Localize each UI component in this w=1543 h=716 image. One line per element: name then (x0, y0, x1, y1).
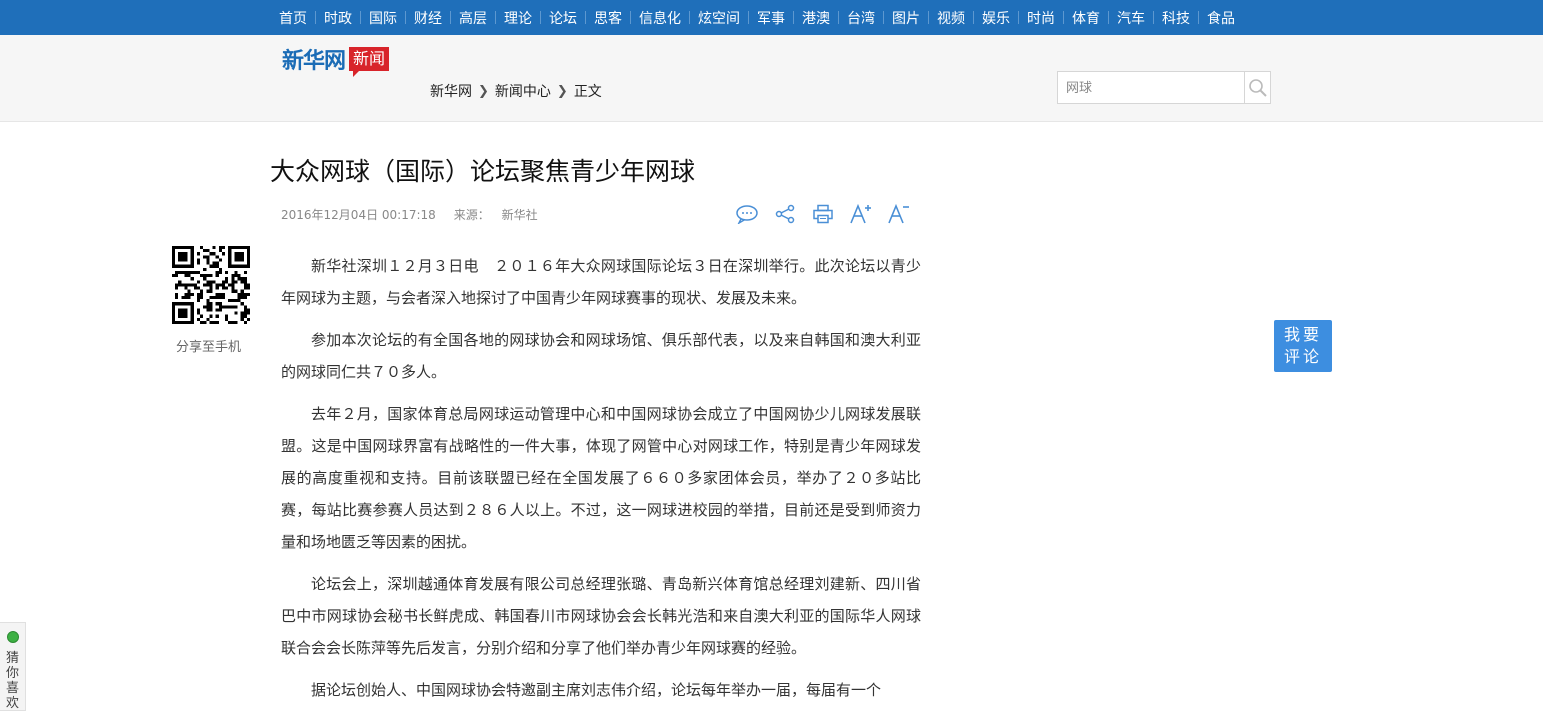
breadcrumb-news-center[interactable]: 新闻中心 (495, 81, 551, 101)
article-body: 新华社深圳１２月３日电 ２０１６年大众网球国际论坛３日在深圳举行。此次论坛以青少… (281, 250, 921, 716)
nav-item: 信息化 (630, 8, 689, 28)
nav-item: 科技 (1153, 8, 1198, 28)
site-logo[interactable]: 新华网 新闻 (282, 43, 390, 77)
source-name: 新华社 (501, 208, 538, 222)
nav-item: 台湾 (838, 8, 883, 28)
share-tool[interactable] (773, 203, 797, 225)
header-band (0, 35, 1543, 122)
nav-link[interactable]: 图片 (884, 8, 928, 28)
chevron-right-icon: ❯ (478, 83, 489, 99)
font-decrease-icon (888, 203, 909, 224)
nav-link[interactable]: 论坛 (541, 8, 585, 28)
nav-link[interactable]: 食品 (1199, 8, 1243, 28)
breadcrumb-home[interactable]: 新华网 (430, 81, 472, 101)
nav-link[interactable]: 思客 (586, 8, 630, 28)
logo-tag: 新闻 (349, 47, 390, 77)
search-box (1057, 71, 1271, 104)
nav-item: 汽车 (1108, 8, 1153, 28)
nav-item: 体育 (1063, 8, 1108, 28)
nav-link[interactable]: 信息化 (631, 8, 689, 28)
nav-link[interactable]: 财经 (406, 8, 450, 28)
nav-link[interactable]: 理论 (496, 8, 540, 28)
nav-link[interactable]: 娱乐 (974, 8, 1018, 28)
nav-item: 军事 (748, 8, 793, 28)
comment-button-line1: 我要 (1283, 325, 1322, 344)
nav-link[interactable]: 台湾 (839, 8, 883, 28)
print-tool[interactable] (811, 203, 835, 225)
article-meta: 2016年12月04日 00:17:18 来源： 新华社 (281, 206, 538, 223)
nav-link[interactable]: 视频 (929, 8, 973, 28)
font-decrease-tool[interactable] (887, 203, 911, 225)
nav-item: 食品 (1198, 8, 1243, 28)
nav-link[interactable]: 港澳 (794, 8, 838, 28)
nav-item: 视频 (928, 8, 973, 28)
breadcrumb-current: 正文 (573, 84, 602, 100)
nav-link[interactable]: 炫空间 (690, 8, 748, 28)
nav-link[interactable]: 首页 (271, 8, 315, 28)
nav-item: 图片 (883, 8, 928, 28)
article-paragraph: 去年２月，国家体育总局网球运动管理中心和中国网球协会成立了中国网协少儿网球发展联… (281, 405, 921, 551)
font-increase-icon (850, 203, 871, 224)
top-nav: 首页 时政 国际 财经 高层 理论 论坛 思客 信息化 炫空间 军事 港澳 台湾 图片 视频 娱乐 时尚 体育 汽车… (0, 0, 1543, 35)
article-tools (735, 203, 911, 225)
article-paragraph: 论坛会上，深圳越通体育发展有限公司总经理张璐、青岛新兴体育馆总经理刘建新、四川省… (281, 575, 921, 657)
search-input[interactable] (1058, 72, 1244, 101)
green-dot-icon (7, 631, 19, 643)
article-date: 2016年12月04日 00:17:18 (281, 208, 436, 222)
nav-item: 高层 (450, 8, 495, 28)
nav-link[interactable]: 时尚 (1019, 8, 1063, 28)
nav-item: 国际 (360, 8, 405, 28)
share-icon (775, 204, 795, 224)
nav-link[interactable]: 体育 (1064, 8, 1108, 28)
nav-item: 理论 (495, 8, 540, 28)
article-paragraph: 参加本次论坛的有全国各地的网球协会和网球场馆、俱乐部代表，以及来自韩国和澳大利亚… (281, 331, 921, 381)
nav-link[interactable]: 高层 (451, 8, 495, 28)
qr-code (172, 246, 250, 324)
nav-link[interactable]: 军事 (749, 8, 793, 28)
nav-item: 娱乐 (973, 8, 1018, 28)
nav-item: 时尚 (1018, 8, 1063, 28)
print-icon (813, 204, 833, 224)
comment-tool[interactable] (735, 203, 759, 225)
guess-you-like-label: 猜你喜欢 (6, 651, 20, 711)
article-source: 来源： 新华社 (454, 206, 538, 223)
nav-item: 炫空间 (689, 8, 748, 28)
qr-label: 分享至手机 (176, 340, 242, 355)
search-button[interactable] (1244, 72, 1270, 103)
nav-item: 思客 (585, 8, 630, 28)
font-increase-tool[interactable] (849, 203, 873, 225)
comment-button[interactable]: 我要 评论 (1274, 320, 1332, 372)
nav-item: 港澳 (793, 8, 838, 28)
nav-item: 时政 (315, 8, 360, 28)
nav-item: 首页 (271, 8, 315, 28)
nav-item: 论坛 (540, 8, 585, 28)
article-title: 大众网球（国际）论坛聚焦青少年网球 (270, 157, 696, 186)
nav-item: 财经 (405, 8, 450, 28)
nav-list: 首页 时政 国际 财经 高层 理论 论坛 思客 信息化 炫空间 军事 港澳 台湾 图片 视频 娱乐 时尚 体育 汽车… (271, 0, 1243, 35)
comment-icon (736, 205, 758, 224)
logo-text: 新华网 (282, 48, 346, 74)
source-label: 来源： (453, 208, 490, 222)
comment-button-line2: 评论 (1283, 347, 1322, 366)
nav-link[interactable]: 汽车 (1109, 8, 1153, 28)
guess-you-like-tab[interactable]: 猜你喜欢 (0, 622, 26, 711)
search-icon (1248, 78, 1267, 97)
nav-link[interactable]: 科技 (1154, 8, 1198, 28)
breadcrumb: 新华网 ❯ 新闻中心 ❯ 正文 (430, 81, 602, 101)
article-paragraph: 新华社深圳１２月３日电 ２０１６年大众网球国际论坛３日在深圳举行。此次论坛以青少… (281, 257, 921, 307)
article-paragraph: 据论坛创始人、中国网球协会特邀副主席刘志伟介绍，论坛每年举办一届，每届有一个 (311, 681, 882, 699)
nav-link[interactable]: 时政 (316, 8, 360, 28)
chevron-right-icon: ❯ (556, 83, 568, 99)
nav-link[interactable]: 国际 (361, 8, 405, 28)
